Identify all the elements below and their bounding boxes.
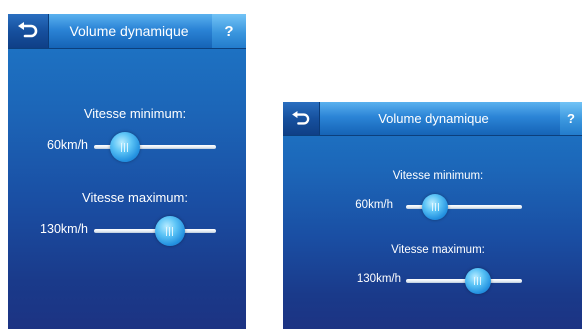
header-bar: Volume dynamique ?	[283, 102, 582, 136]
slider-thumb[interactable]	[154, 216, 185, 246]
back-button[interactable]	[283, 102, 320, 135]
max-speed-label: Vitesse maximum:	[82, 190, 188, 205]
min-speed-value: 60km/h	[355, 199, 393, 211]
help-button[interactable]: ?	[560, 102, 582, 135]
max-speed-label: Vitesse maximum:	[391, 244, 485, 256]
grip-icon	[474, 277, 482, 285]
grip-icon	[431, 203, 439, 211]
slider-thumb[interactable]	[109, 132, 140, 162]
max-speed-value: 130km/h	[40, 222, 88, 236]
min-speed-label: Vitesse minimum:	[392, 170, 484, 182]
canvas: Volume dynamique ? Vitesse minimum: 60km…	[0, 0, 582, 329]
page-title: Volume dynamique	[378, 111, 489, 126]
back-arrow-icon	[17, 22, 39, 40]
header-bar: Volume dynamique ?	[8, 14, 246, 49]
dynamic-volume-screen-large: Volume dynamique ? Vitesse minimum: 60km…	[8, 14, 246, 329]
min-speed-slider[interactable]	[94, 132, 216, 162]
grip-icon	[166, 226, 174, 236]
back-button[interactable]	[8, 14, 49, 48]
dynamic-volume-screen-small: Volume dynamique ? Vitesse minimum: 60km…	[283, 102, 582, 329]
max-speed-slider[interactable]	[94, 216, 216, 246]
back-arrow-icon	[291, 110, 311, 127]
max-speed-slider[interactable]	[406, 268, 522, 294]
min-speed-label: Vitesse minimum:	[83, 106, 187, 121]
min-speed-slider[interactable]	[406, 194, 522, 220]
grip-icon	[121, 142, 128, 152]
slider-thumb[interactable]	[422, 194, 448, 220]
max-speed-value: 130km/h	[356, 273, 401, 285]
slider-thumb[interactable]	[464, 268, 491, 294]
min-speed-value: 60km/h	[47, 138, 88, 152]
page-title: Volume dynamique	[69, 23, 189, 39]
help-button[interactable]: ?	[212, 14, 246, 48]
